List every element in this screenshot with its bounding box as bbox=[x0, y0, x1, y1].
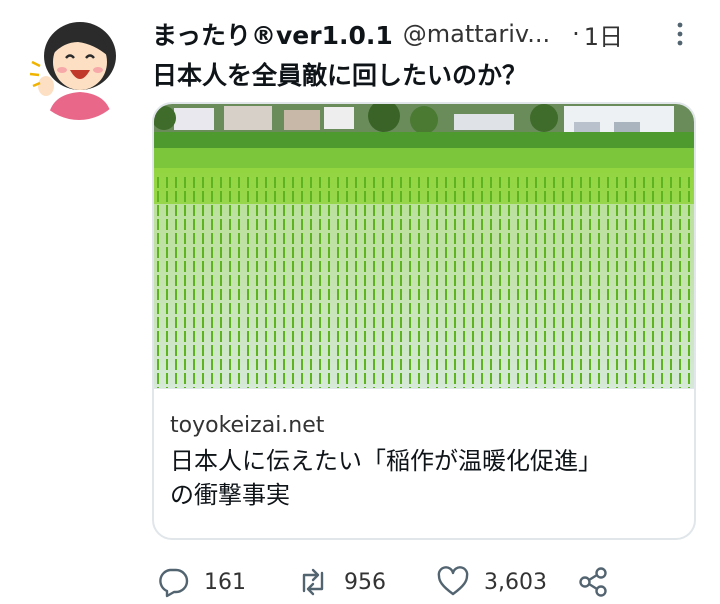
like-button[interactable]: 3,603 bbox=[436, 560, 547, 604]
tweet-header: まったり®ver1.0.1 @mattariv... · 1日 bbox=[152, 14, 692, 54]
share-button[interactable] bbox=[576, 560, 610, 604]
like-icon bbox=[437, 566, 469, 596]
reply-count: 161 bbox=[204, 569, 246, 595]
card-title-line-2: の衝撃事実 bbox=[170, 481, 290, 509]
tweet-text: 日本人を全員敵に回したいのか？ bbox=[152, 61, 528, 90]
card-image[interactable] bbox=[154, 104, 694, 388]
like-count: 3,603 bbox=[484, 569, 547, 595]
handle[interactable]: @mattariv... bbox=[403, 20, 550, 48]
display-name[interactable]: まったり®ver1.0.1 bbox=[152, 16, 393, 52]
separator-dot: · bbox=[572, 20, 580, 48]
timestamp[interactable]: 1日 bbox=[584, 17, 623, 52]
more-icon[interactable] bbox=[668, 20, 692, 48]
tweet-actions: 161 956 3,603 bbox=[152, 560, 692, 604]
reply-icon bbox=[159, 568, 189, 598]
card-title: 日本人に伝えたい「稲作が温暖化促進」 の衝撃事実 bbox=[170, 444, 678, 512]
card-title-line-1: 日本人に伝えたい「稲作が温暖化促進」 bbox=[170, 447, 602, 475]
retweet-button[interactable]: 956 bbox=[296, 560, 386, 604]
reply-button[interactable]: 161 bbox=[156, 560, 246, 604]
card-domain: toyokeizai.net bbox=[170, 413, 325, 438]
card-body: toyokeizai.net 日本人に伝えたい「稲作が温暖化促進」 の衝撃事実 bbox=[154, 388, 694, 538]
avatar[interactable] bbox=[28, 12, 130, 120]
share-icon bbox=[579, 567, 607, 597]
retweet-count: 956 bbox=[344, 569, 386, 595]
retweet-icon bbox=[302, 568, 324, 596]
link-card[interactable]: toyokeizai.net 日本人に伝えたい「稲作が温暖化促進」 の衝撃事実 bbox=[152, 102, 696, 540]
